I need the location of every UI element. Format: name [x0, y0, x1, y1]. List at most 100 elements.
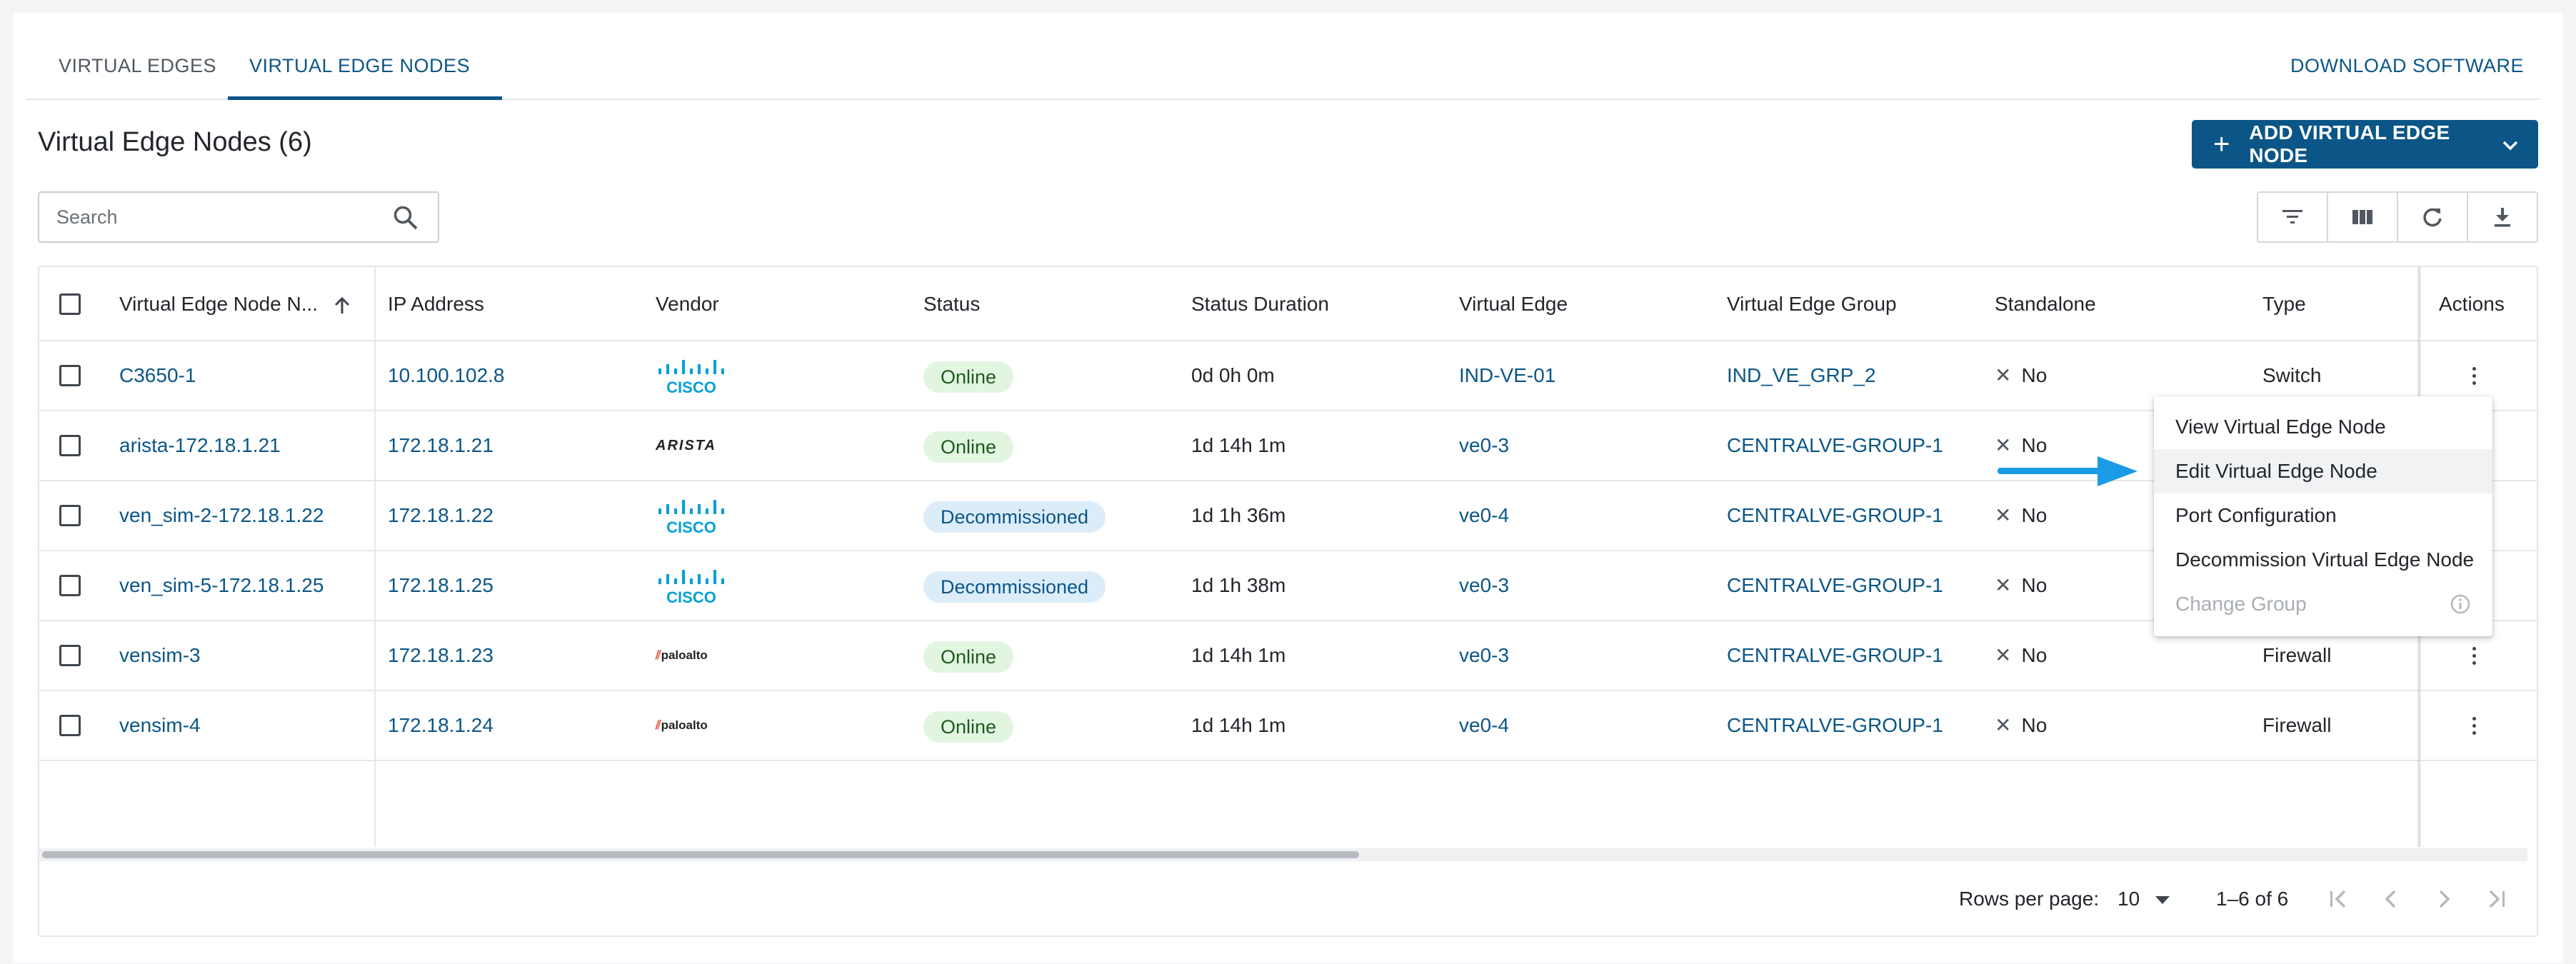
ip-address-link[interactable]: 172.18.1.24: [388, 691, 493, 760]
row-checkbox[interactable]: [59, 645, 81, 666]
next-page-icon[interactable]: [2433, 887, 2455, 911]
ip-address-link[interactable]: 172.18.1.25: [388, 551, 493, 620]
pagination-range: 1–6 of 6: [2216, 888, 2289, 910]
virtual-edge-link[interactable]: ve0-4: [1459, 691, 1509, 760]
node-name-link[interactable]: ven_sim-2-172.18.1.22: [119, 481, 324, 550]
virtual-edge-group-link[interactable]: CENTRALVE-GROUP-1: [1727, 691, 1943, 760]
virtual-edge-group-link[interactable]: IND_VE_GRP_2: [1727, 341, 1876, 410]
virtual-edge-link[interactable]: ve0-3: [1459, 551, 1509, 620]
info-icon: [2450, 594, 2470, 614]
last-page-icon[interactable]: [2486, 887, 2507, 911]
ip-address-link[interactable]: 172.18.1.23: [388, 621, 493, 690]
x-icon: ✕: [1995, 574, 2012, 596]
download-software-link[interactable]: DOWNLOAD SOFTWARE: [2290, 31, 2524, 100]
filter-button[interactable]: [2258, 193, 2328, 241]
node-name-link[interactable]: vensim-4: [119, 691, 201, 760]
menu-item-port-configuration[interactable]: Port Configuration: [2154, 493, 2492, 538]
active-tab-indicator: [228, 96, 502, 100]
virtual-edge-group-link[interactable]: CENTRALVE-GROUP-1: [1727, 551, 1943, 620]
chevron-down-icon[interactable]: [2502, 133, 2518, 156]
cisco-logo-icon: CISCO: [658, 360, 724, 396]
status-badge: Decommissioned: [923, 571, 1106, 603]
row-checkbox[interactable]: [59, 435, 81, 456]
svg-text:CISCO: CISCO: [666, 378, 716, 396]
page-title: Virtual Edge Nodes (6): [38, 127, 312, 157]
columns-button[interactable]: [2328, 193, 2398, 241]
tab-virtual-edges[interactable]: VIRTUAL EDGES: [59, 31, 216, 100]
add-virtual-edge-node-button[interactable]: + ADD VIRTUAL EDGE NODE: [2192, 120, 2538, 169]
virtual-edge-link[interactable]: ve0-3: [1459, 621, 1509, 690]
menu-item-decommission-node[interactable]: Decommission Virtual Edge Node: [2154, 538, 2492, 582]
node-name-link[interactable]: vensim-3: [119, 621, 201, 690]
virtual-edge-group-link[interactable]: CENTRALVE-GROUP-1: [1727, 621, 1943, 690]
paloalto-mark-icon: ⫽: [656, 648, 661, 662]
tab-virtual-edge-nodes[interactable]: VIRTUAL EDGE NODES: [249, 31, 470, 100]
standalone-cell: ✕ No: [1995, 341, 2047, 410]
select-all-checkbox[interactable]: [59, 293, 81, 315]
refresh-button[interactable]: [2398, 193, 2468, 241]
header-actions: Actions: [2439, 293, 2505, 315]
paloalto-logo-text: paloalto: [661, 648, 708, 662]
paloalto-logo: ⫽paloalto: [656, 691, 708, 760]
search-input[interactable]: [39, 193, 382, 241]
header-standalone[interactable]: Standalone: [1995, 267, 2096, 341]
header-virtual-edge[interactable]: Virtual Edge: [1459, 267, 1568, 341]
status-cell: Online: [923, 621, 1014, 690]
virtual-edge-link[interactable]: IND-VE-01: [1459, 341, 1555, 410]
menu-item-view-node[interactable]: View Virtual Edge Node: [2154, 405, 2492, 449]
row-checkbox[interactable]: [59, 365, 81, 386]
header-name[interactable]: Virtual Edge Node N...: [119, 267, 351, 341]
ip-address-link[interactable]: 172.18.1.22: [388, 481, 493, 550]
virtual-edge-group-link[interactable]: CENTRALVE-GROUP-1: [1727, 411, 1943, 480]
ip-address-link[interactable]: 10.100.102.8: [388, 341, 505, 410]
x-icon: ✕: [1995, 504, 2012, 526]
virtual-edge-group-link[interactable]: CENTRALVE-GROUP-1: [1727, 481, 1943, 550]
paloalto-logo: ⫽paloalto: [656, 621, 708, 690]
header-vendor[interactable]: Vendor: [656, 267, 719, 341]
virtual-edge-link[interactable]: ve0-4: [1459, 481, 1509, 550]
download-button[interactable]: [2468, 193, 2537, 241]
table-row: vensim-4 172.18.1.24 ⫽paloalto Online 1d…: [39, 691, 2537, 761]
header-virtual-edge-group[interactable]: Virtual Edge Group: [1727, 267, 1897, 341]
status-cell: Online: [923, 411, 1014, 480]
row-actions-kebab-icon[interactable]: [2460, 691, 2488, 760]
cisco-logo-icon: CISCO: [658, 570, 724, 606]
status-badge: Online: [923, 641, 1014, 673]
node-name-link[interactable]: C3650-1: [119, 341, 196, 410]
table-toolbar: [2257, 191, 2538, 243]
sort-arrow-up-icon[interactable]: [334, 296, 351, 315]
virtual-edge-link[interactable]: ve0-3: [1459, 411, 1509, 480]
row-checkbox[interactable]: [59, 505, 81, 526]
horizontal-scrollbar[interactable]: [39, 848, 2527, 861]
search-icon[interactable]: [392, 204, 419, 235]
menu-item-edit-node[interactable]: Edit Virtual Edge Node: [2154, 449, 2492, 493]
node-name-link[interactable]: ven_sim-5-172.18.1.25: [119, 551, 324, 620]
status-duration: 0d 0h 0m: [1191, 364, 1275, 386]
header-name-label: Virtual Edge Node N...: [119, 293, 319, 315]
rows-per-page-value: 10: [2118, 888, 2140, 910]
horizontal-scrollbar-thumb[interactable]: [42, 851, 1359, 858]
standalone-cell: ✕ No: [1995, 551, 2047, 620]
standalone-value: No: [2021, 574, 2048, 596]
header-status-duration[interactable]: Status Duration: [1191, 267, 1329, 341]
header-status[interactable]: Status: [923, 267, 980, 341]
header-ip[interactable]: IP Address: [388, 267, 484, 341]
ip-address-link[interactable]: 172.18.1.21: [388, 411, 493, 480]
row-checkbox[interactable]: [59, 575, 81, 596]
cisco-logo-icon: CISCO: [658, 500, 724, 536]
header-type[interactable]: Type: [2262, 267, 2306, 341]
refresh-icon: [2423, 208, 2442, 227]
standalone-cell: ✕ No: [1995, 481, 2047, 550]
first-page-icon[interactable]: [2327, 887, 2349, 911]
previous-page-icon[interactable]: [2380, 887, 2402, 911]
status-duration: 1d 14h 1m: [1191, 434, 1286, 456]
rows-per-page-select[interactable]: 10: [2118, 881, 2170, 917]
menu-item-change-group-label: Change Group: [2175, 593, 2307, 615]
status-badge: Online: [923, 711, 1014, 743]
status-cell: Decommissioned: [923, 551, 1106, 620]
row-checkbox[interactable]: [59, 715, 81, 736]
paloalto-logo-text: paloalto: [661, 718, 708, 732]
node-name-link[interactable]: arista-172.18.1.21: [119, 411, 281, 480]
status-duration: 1d 14h 1m: [1191, 644, 1286, 666]
status-badge: Decommissioned: [923, 501, 1106, 533]
